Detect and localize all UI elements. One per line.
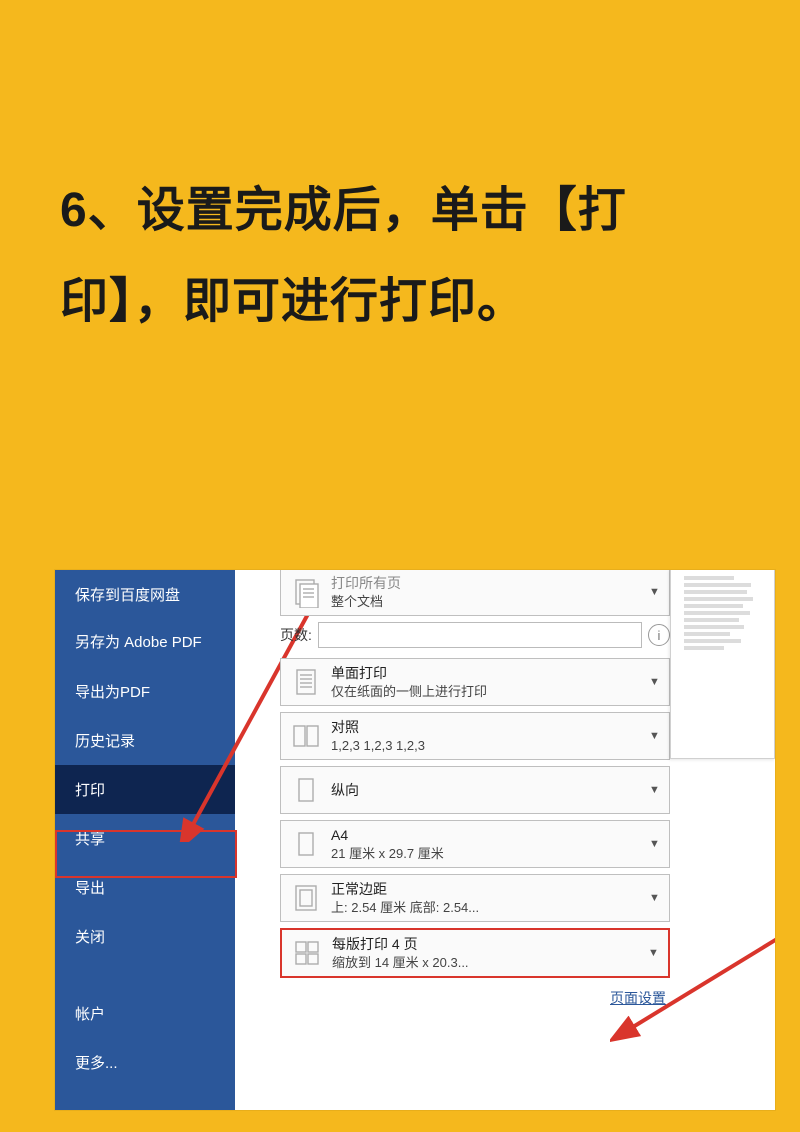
paper-size-dropdown[interactable]: A4 21 厘米 x 29.7 厘米 ▼ (280, 820, 670, 868)
margins-sub: 上: 2.54 厘米 底部: 2.54... (331, 899, 649, 917)
print-range-icon (287, 573, 325, 611)
chevron-down-icon: ▼ (649, 730, 663, 742)
page-setup-link[interactable]: 页面设置 (280, 984, 670, 1008)
collate-title: 对照 (331, 718, 649, 737)
margins-dropdown[interactable]: 正常边距 上: 2.54 厘米 底部: 2.54... ▼ (280, 874, 670, 922)
sidebar-item-more[interactable]: 更多... (55, 1038, 235, 1087)
sidebar-item-save-adobe-pdf[interactable]: 另存为 Adobe PDF (55, 619, 235, 667)
backstage-sidebar: 保存到百度网盘 另存为 Adobe PDF 导出为PDF 历史记录 打印 共享 … (55, 570, 235, 1110)
sidebar-item-export[interactable]: 导出 (55, 863, 235, 912)
sidebar-item-print[interactable]: 打印 (55, 765, 235, 814)
chevron-down-icon: ▼ (649, 586, 663, 598)
preview-text-placeholder (684, 576, 768, 653)
margins-title: 正常边距 (331, 880, 649, 899)
single-side-icon (287, 663, 325, 701)
sidebar-item-export-pdf[interactable]: 导出为PDF (55, 667, 235, 716)
sidebar-item-history[interactable]: 历史记录 (55, 716, 235, 765)
chevron-down-icon: ▼ (649, 676, 663, 688)
pages-label: 页数: (280, 625, 312, 645)
collate-sub: 1,2,3 1,2,3 1,2,3 (331, 737, 649, 755)
margins-icon (287, 879, 325, 917)
print-sides-dropdown[interactable]: 单面打印 仅在纸面的一侧上进行打印 ▼ (280, 658, 670, 706)
chevron-down-icon: ▼ (649, 892, 663, 904)
paper-title: A4 (331, 826, 649, 845)
print-range-title: 打印所有页 (331, 574, 649, 593)
pages-input[interactable] (318, 622, 642, 648)
instruction-text: 6、设置完成后，单击【打印】，即可进行打印。 (60, 165, 740, 347)
sidebar-item-account[interactable]: 帐户 (55, 989, 235, 1038)
persheet-title: 每版打印 4 页 (332, 935, 648, 954)
chevron-down-icon: ▼ (648, 947, 662, 959)
pages-row: 页数: i (280, 622, 670, 648)
persheet-sub: 缩放到 14 厘米 x 20.3... (332, 954, 648, 972)
paper-sub: 21 厘米 x 29.7 厘米 (331, 845, 649, 863)
orientation-title: 纵向 (331, 781, 649, 800)
portrait-icon (287, 771, 325, 809)
pages-info-icon[interactable]: i (648, 624, 670, 646)
chevron-down-icon: ▼ (649, 784, 663, 796)
collate-icon (287, 717, 325, 755)
sidebar-item-share[interactable]: 共享 (55, 814, 235, 863)
sidebar-item-save-baidu[interactable]: 保存到百度网盘 (55, 570, 235, 619)
sidebar-item-close[interactable]: 关闭 (55, 912, 235, 961)
pages-per-sheet-dropdown[interactable]: 每版打印 4 页 缩放到 14 厘米 x 20.3... ▼ (280, 928, 670, 978)
orientation-dropdown[interactable]: 纵向 ▼ (280, 766, 670, 814)
print-range-sub: 整个文档 (331, 593, 649, 611)
paper-icon (287, 825, 325, 863)
print-range-dropdown[interactable]: 打印所有页 整个文档 ▼ (280, 570, 670, 616)
chevron-down-icon: ▼ (649, 838, 663, 850)
sides-title: 单面打印 (331, 664, 649, 683)
collate-dropdown[interactable]: 对照 1,2,3 1,2,3 1,2,3 ▼ (280, 712, 670, 760)
sides-sub: 仅在纸面的一侧上进行打印 (331, 683, 649, 701)
word-print-screenshot: 保存到百度网盘 另存为 Adobe PDF 导出为PDF 历史记录 打印 共享 … (55, 570, 775, 1110)
print-preview-pane (670, 570, 775, 759)
four-per-sheet-icon (288, 934, 326, 972)
print-settings-panel: 打印所有页 整个文档 ▼ 页数: i 单面打印 仅在纸面的一侧上进行打印 ▼ (280, 570, 670, 1008)
